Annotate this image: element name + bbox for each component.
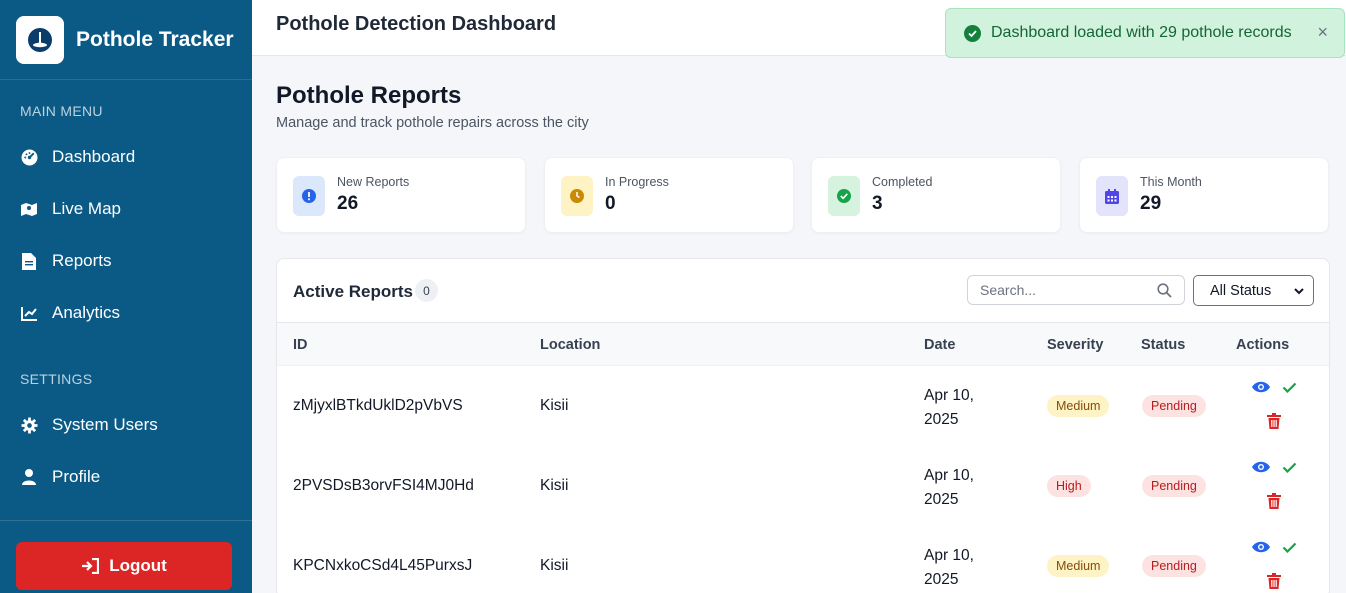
column-header-severity[interactable]: Severity [1047,337,1103,353]
gauge-icon [20,148,38,166]
report-id: KPCNxkoCSd4L45PurxsJ [293,557,473,574]
column-header-location[interactable]: Location [540,337,600,353]
exclamation-circle-icon [293,176,325,216]
file-icon [20,252,38,270]
status-filter-select[interactable]: All Status [1193,275,1314,306]
stat-value: 3 [872,193,883,214]
report-location: Kisii [540,397,569,414]
map-icon [20,200,38,218]
column-header-date[interactable]: Date [924,337,955,353]
page-subtitle: Manage and track pothole repairs across … [276,115,589,131]
stat-label: Completed [872,175,933,189]
view-eye-icon[interactable] [1252,541,1270,553]
column-header-status[interactable]: Status [1141,337,1185,353]
sidebar: Pothole Tracker MAIN MENU Dashboard Live… [0,0,252,593]
nav-profile[interactable]: Profile [0,451,252,503]
toast-close-button[interactable]: × [1317,23,1328,41]
severity-badge: Medium [1047,555,1110,577]
table-row: KPCNxkoCSd4L45PurxsJ Kisii Apr 10, 2025 … [277,526,1329,593]
line-chart-icon [20,304,38,322]
toast-notification: Dashboard loaded with 29 pothole records… [945,8,1345,58]
delete-trash-icon[interactable] [1267,493,1281,509]
check-circle-icon [828,176,860,216]
nav-system-users-label: System Users [52,415,158,434]
status-badge: Pending [1142,555,1206,577]
brand-title: Pothole Tracker [76,27,234,51]
stat-label: This Month [1140,175,1202,189]
view-eye-icon[interactable] [1252,461,1270,473]
user-icon [20,468,38,486]
nav-reports-label: Reports [52,251,112,270]
stat-card-completed: Completed 3 [811,157,1061,233]
stat-card-in-progress: In Progress 0 [544,157,794,233]
report-id: zMjyxlBTkdUklD2pVbVS [293,397,463,414]
table-row: 2PVSDsB3orvFSI4MJ0Hd Kisii Apr 10, 2025 … [277,446,1329,526]
nav-live-map-label: Live Map [52,199,121,218]
panel-title: Active Reports [293,282,413,301]
stat-label: In Progress [605,175,669,189]
sidebar-divider [0,520,252,521]
report-location: Kisii [540,557,569,574]
toast-message: Dashboard loaded with 29 pothole records [991,24,1292,41]
nav-system-users[interactable]: System Users [0,399,252,451]
status-badge: Pending [1142,395,1206,417]
column-header-id[interactable]: ID [293,337,308,353]
page-title: Pothole Reports [276,82,462,109]
stat-value: 26 [337,193,359,214]
nav-dashboard[interactable]: Dashboard [0,131,252,183]
delete-trash-icon[interactable] [1267,573,1281,589]
chevron-down-icon [1293,285,1305,301]
table-row: zMjyxlBTkdUklD2pVbVS Kisii Apr 10, 2025 … [277,366,1329,446]
active-reports-panel: Active Reports 0 All Status ID Location … [276,258,1330,593]
nav-dashboard-label: Dashboard [52,147,136,166]
view-eye-icon[interactable] [1252,381,1270,393]
page-header-title: Pothole Detection Dashboard [276,13,557,35]
pothole-logo-icon [28,27,52,52]
stat-label: New Reports [337,175,410,189]
search-icon [1157,283,1172,303]
nav-reports[interactable]: Reports [0,235,252,287]
search-input[interactable] [967,275,1185,305]
logo [16,15,64,64]
settings-label: SETTINGS [20,371,93,387]
nav-analytics-label: Analytics [52,303,121,322]
table-header: ID Location Date Severity Status Actions [277,322,1329,366]
column-header-actions: Actions [1236,337,1290,353]
status-filter-value: All Status [1210,282,1272,299]
stat-value: 29 [1140,193,1162,214]
logout-button[interactable]: Logout [16,542,232,590]
logout-label: Logout [109,556,167,575]
nav-live-map[interactable]: Live Map [0,183,252,235]
status-badge: Pending [1142,475,1206,497]
report-id: 2PVSDsB3orvFSI4MJ0Hd [293,477,474,494]
calendar-icon [1096,176,1128,216]
gear-icon [20,416,38,434]
reports-count-badge: 0 [415,279,438,302]
nav-profile-label: Profile [52,467,101,486]
severity-badge: Medium [1047,395,1110,417]
stat-card-new-reports: New Reports 26 [276,157,526,233]
sign-out-icon [81,558,100,574]
nav-analytics[interactable]: Analytics [0,287,252,339]
report-date: Apr 10, 2025 [924,387,974,428]
brand[interactable]: Pothole Tracker [0,0,252,80]
stat-value: 0 [605,193,616,214]
report-date: Apr 10, 2025 [924,547,974,588]
report-location: Kisii [540,477,569,494]
mark-complete-check-icon[interactable] [1282,462,1297,473]
severity-badge: High [1047,475,1091,497]
mark-complete-check-icon[interactable] [1282,382,1297,393]
stat-card-this-month: This Month 29 [1079,157,1329,233]
clock-icon [561,176,593,216]
mark-complete-check-icon[interactable] [1282,542,1297,553]
main-menu-label: MAIN MENU [20,103,103,119]
report-date: Apr 10, 2025 [924,467,974,508]
check-circle-icon [964,24,981,42]
delete-trash-icon[interactable] [1267,413,1281,429]
